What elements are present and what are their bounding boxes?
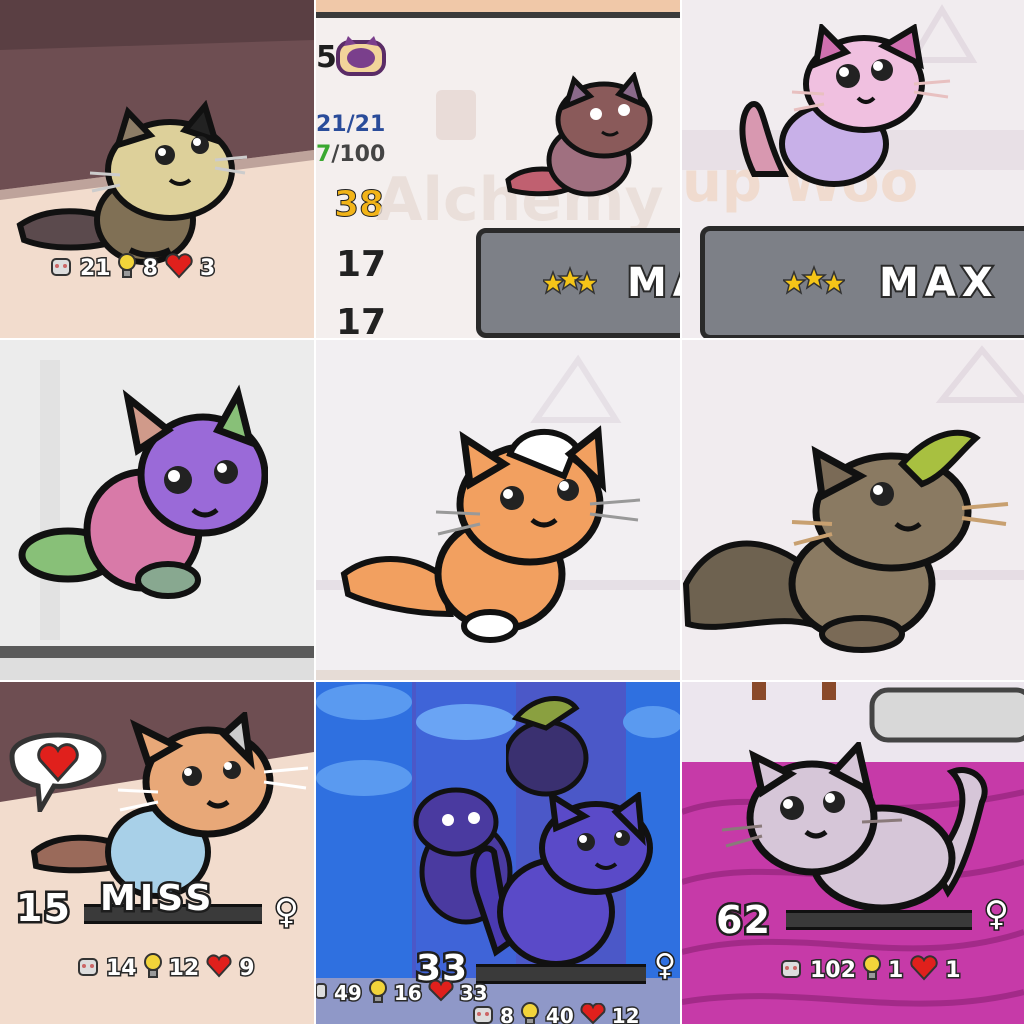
lightbulb-icon [520, 1002, 540, 1024]
three-stars-icon [539, 265, 601, 300]
cat-card-2[interactable]: 5 21/21 7/100 38 17 17 Alchemy MA [316, 0, 680, 338]
max-label: MA [625, 258, 680, 308]
hearts-value: 9 [238, 954, 256, 982]
cat-sprite[interactable] [722, 742, 1002, 922]
female-gender-icon: ♀ [983, 893, 1011, 936]
cat-sprite-top [506, 696, 589, 797]
intel-value: 12 [167, 954, 201, 982]
cat-sprite[interactable] [682, 424, 1022, 654]
lightbulb-icon [143, 952, 163, 984]
power-value: 14 [105, 954, 139, 982]
paw-power-icon [778, 955, 804, 985]
cat-sprite[interactable] [18, 380, 268, 600]
cat-head-icon [336, 36, 386, 76]
lightbulb-icon [862, 954, 882, 986]
paw-power-icon [48, 253, 74, 283]
cat-sprite[interactable] [340, 424, 660, 644]
female-gender-icon: ♀ [653, 947, 678, 985]
heart-icon [205, 954, 233, 982]
heart-icon [164, 253, 194, 283]
back-cat-stats: 49 16 33 [316, 978, 489, 1008]
paw-power-icon [76, 954, 100, 982]
xp-text: 7/100 [316, 142, 385, 167]
cat-sprite[interactable] [466, 792, 666, 972]
xp-total: /100 [331, 142, 386, 167]
health-bar [476, 964, 646, 984]
intel-value: 8 [141, 254, 159, 282]
cat-card-7[interactable]: 15 MISS ♀ 14 12 9 [0, 682, 314, 1024]
cat-card-9[interactable]: 62 ♀ 102 1 1 [682, 682, 1024, 1024]
stat-value-2: 17 [336, 244, 387, 285]
cat-card-8[interactable]: 33 ♀ 49 16 33 8 40 12 [316, 682, 680, 1024]
three-stars-icon [780, 264, 848, 301]
max-level-button[interactable]: MA [476, 228, 680, 338]
intel-value: 40 [544, 1003, 575, 1024]
top-number: 5 [316, 40, 337, 75]
lightbulb-icon [117, 252, 137, 284]
hp-text: 21/21 [316, 112, 386, 137]
cat-stats: 8 40 12 [472, 1002, 641, 1024]
heart-icon [428, 979, 454, 1006]
power-value: 102 [809, 956, 858, 984]
paw-power-icon [472, 1003, 494, 1024]
heart-icon [909, 955, 939, 985]
health-bar [786, 910, 972, 930]
cat-sprite[interactable] [504, 72, 654, 202]
power-value: 8 [499, 1003, 516, 1024]
xp-current: 7 [316, 142, 332, 167]
intel-value: 16 [392, 980, 423, 1007]
cat-stats: 14 12 9 [76, 952, 256, 984]
cat-card-6[interactable] [682, 340, 1024, 680]
power-value: 49 [333, 980, 364, 1007]
lightbulb-icon [368, 978, 388, 1008]
cat-card-5[interactable] [316, 340, 680, 680]
cat-card-1[interactable]: 21 8 3 [0, 0, 314, 338]
max-level-button[interactable]: MAX [700, 226, 1024, 338]
cat-sprite[interactable] [28, 712, 308, 902]
cat-sprite[interactable] [734, 24, 954, 194]
cat-sprite[interactable] [10, 100, 250, 270]
cat-card-4[interactable] [0, 340, 314, 680]
miss-popup: MISS [97, 876, 216, 922]
hearts-value: 1 [944, 956, 962, 984]
paw-power-icon [316, 980, 328, 1006]
cat-stats: 102 1 1 [778, 954, 962, 986]
female-gender-icon: ♀ [273, 891, 301, 934]
hearts-value: 12 [610, 1003, 641, 1024]
cat-level: 62 [714, 896, 773, 945]
max-label: MAX [877, 258, 999, 308]
power-value: 21 [79, 254, 113, 282]
heart-icon [580, 1002, 606, 1024]
hearts-value: 3 [198, 254, 216, 282]
cat-level: 15 [14, 884, 73, 933]
intel-value: 1 [886, 956, 904, 984]
cat-stats: 21 8 3 [48, 252, 217, 284]
stat-value-3: 17 [336, 302, 387, 338]
cat-card-3[interactable]: up Woo MAX [682, 0, 1024, 338]
